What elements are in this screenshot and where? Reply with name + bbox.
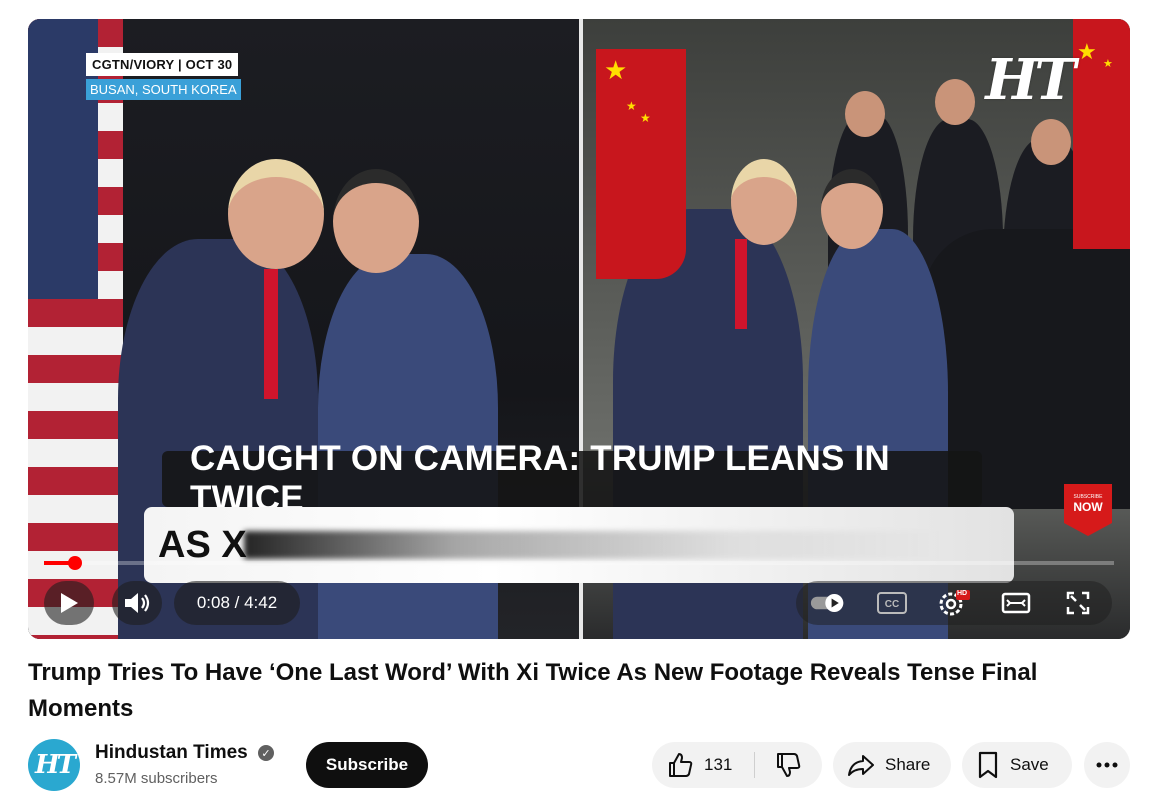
channel-watermark: HT [985,47,1076,113]
like-button[interactable]: 131 [652,742,754,788]
thumbs-down-icon [777,753,801,777]
hd-badge: HD [956,590,968,597]
save-label: Save [1010,755,1049,774]
captions-icon: CC [877,592,907,614]
channel-name[interactable]: Hindustan Times [95,742,248,764]
share-label: Share [885,755,931,774]
more-actions-button[interactable] [1084,742,1130,788]
progress-scrubber[interactable] [68,556,82,570]
volume-button[interactable] [112,581,162,625]
channel-avatar[interactable]: HT [28,739,80,791]
video-caption-headline: CAUGHT ON CAMERA: TRUMP LEANS IN TWICE [162,439,982,518]
progress-bar[interactable] [44,556,1114,570]
settings-button[interactable]: HD [936,585,972,621]
more-icon [1096,762,1118,768]
autoplay-toggle-icon [810,594,844,612]
like-count: 131 [704,755,733,774]
save-button[interactable]: Save [962,742,1072,788]
play-button[interactable] [44,581,94,625]
person-head [333,169,419,273]
video-caption-subline: AS X [144,507,1014,583]
us-flag [28,19,123,639]
fullscreen-icon [1066,591,1090,615]
subscriber-count: 8.57M subscribers [95,770,218,787]
svg-text:CC: CC [885,599,899,610]
person-head [821,169,883,249]
source-badge: CGTN/VIORY | OCT 30 [86,53,239,76]
theater-mode-icon [1001,592,1031,614]
person-head [228,159,324,269]
thumbs-up-icon [669,753,693,777]
theater-mode-button[interactable] [998,585,1034,621]
video-title: Trump Tries To Have ‘One Last Word’ With… [28,659,1038,722]
share-button[interactable]: Share [833,742,951,788]
video-player[interactable]: ★ ★ ★ ★ ★ CGTN/VIORY | OCT 30 BUSAN, SOU… [28,19,1130,639]
china-flag: ★ ★ ★ [596,49,686,279]
bookmark-icon [978,751,998,779]
like-dislike-group: 131 [652,742,822,788]
share-icon [848,755,874,776]
china-flag: ★ ★ [1073,19,1130,249]
dislike-button[interactable] [755,742,821,788]
volume-icon [125,593,150,613]
time-display: 0:08 / 4:42 [174,581,300,625]
location-badge: BUSAN, SOUTH KOREA [86,79,241,100]
person-head [731,159,797,245]
captions-button[interactable]: CC [874,585,910,621]
video-frame[interactable]: ★ ★ ★ ★ ★ CGTN/VIORY | OCT 30 BUSAN, SOU… [28,19,1130,639]
autoplay-toggle[interactable] [810,585,846,621]
fullscreen-button[interactable] [1060,585,1096,621]
verified-icon: ✓ [258,745,274,761]
subscribe-button[interactable]: Subscribe [306,742,428,788]
play-icon [61,593,78,613]
